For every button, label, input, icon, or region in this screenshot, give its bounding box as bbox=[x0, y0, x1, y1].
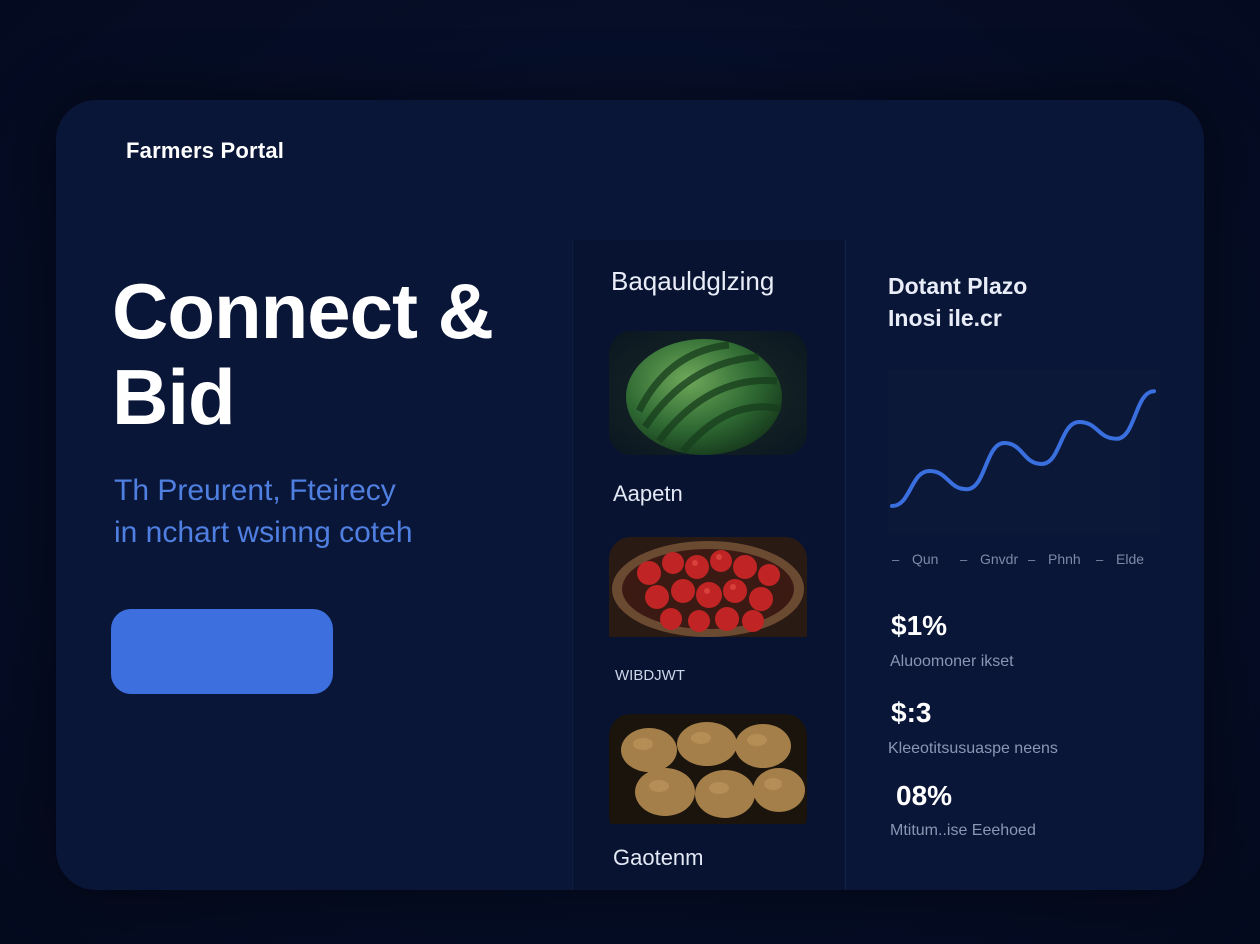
stats-title: Dotant Plazo Inosi ile.cr bbox=[888, 270, 1168, 334]
chart-tick-separator: – bbox=[1096, 552, 1104, 567]
stats-title-line1: Dotant Plazo bbox=[888, 273, 1028, 299]
produce-label-3: Gaotenm bbox=[613, 845, 704, 870]
produce-image-potatoes[interactable] bbox=[609, 714, 807, 838]
primary-cta-button[interactable] bbox=[111, 609, 333, 694]
produce-label-2: WIBDJWT bbox=[615, 667, 685, 684]
stat-value-1: $1% bbox=[891, 610, 948, 641]
page: Farmers Portal Connect & Bid Th Preurent… bbox=[0, 0, 1260, 944]
produce-image-tomatoes[interactable] bbox=[609, 537, 807, 661]
hero-headline-line1: Connect & bbox=[112, 267, 494, 355]
hero-subline-line2: in nchart wsinng coteh bbox=[114, 516, 413, 549]
hero-subline: Th Preurent, Fteirecy in nchart wsinng c… bbox=[114, 470, 534, 554]
stats-title-line2: Inosi ile.cr bbox=[888, 305, 1002, 331]
chart-x-tick-label: Qun bbox=[912, 551, 938, 567]
trend-chart: – Qun – Gnvdr – Phnh – Elde bbox=[888, 370, 1160, 570]
potatoes-image bbox=[609, 714, 807, 824]
stat-value-3: 08% bbox=[896, 780, 953, 811]
chart-x-tick-label: Gnvdr bbox=[980, 551, 1018, 567]
chart-x-tick-label: Phnh bbox=[1048, 551, 1081, 567]
tomatoes-image bbox=[609, 537, 807, 637]
produce-image-watermelon[interactable] bbox=[609, 331, 807, 455]
chart-tick-separator: – bbox=[1028, 552, 1036, 567]
trend-chart-svg: – Qun – Gnvdr – Phnh – Elde bbox=[888, 370, 1160, 567]
stat-label-1: Aluoomoner ikset bbox=[890, 653, 1014, 670]
brand-name: Farmers Portal bbox=[126, 138, 285, 163]
hero-subline-line1: Th Preurent, Fteirecy bbox=[114, 474, 396, 507]
hero-headline: Connect & Bid bbox=[112, 268, 552, 440]
watermelon-image bbox=[609, 331, 807, 455]
column-divider-left bbox=[572, 240, 573, 890]
produce-label-1: Aapetn bbox=[613, 481, 683, 506]
column-divider-right bbox=[845, 240, 846, 890]
stat-value-2: $:3 bbox=[891, 697, 932, 728]
chart-tick-separator: – bbox=[892, 552, 900, 567]
chart-tick-separator: – bbox=[960, 552, 968, 567]
stat-label-2: Kleeotitsusuaspe neens bbox=[888, 740, 1058, 757]
chart-x-tick-label: Elde bbox=[1116, 551, 1144, 567]
stat-label-3: Mtitum..ise Eeehoed bbox=[890, 822, 1036, 839]
hero-headline-line2: Bid bbox=[112, 353, 236, 441]
produce-title: Baqauldglzing bbox=[611, 266, 775, 296]
